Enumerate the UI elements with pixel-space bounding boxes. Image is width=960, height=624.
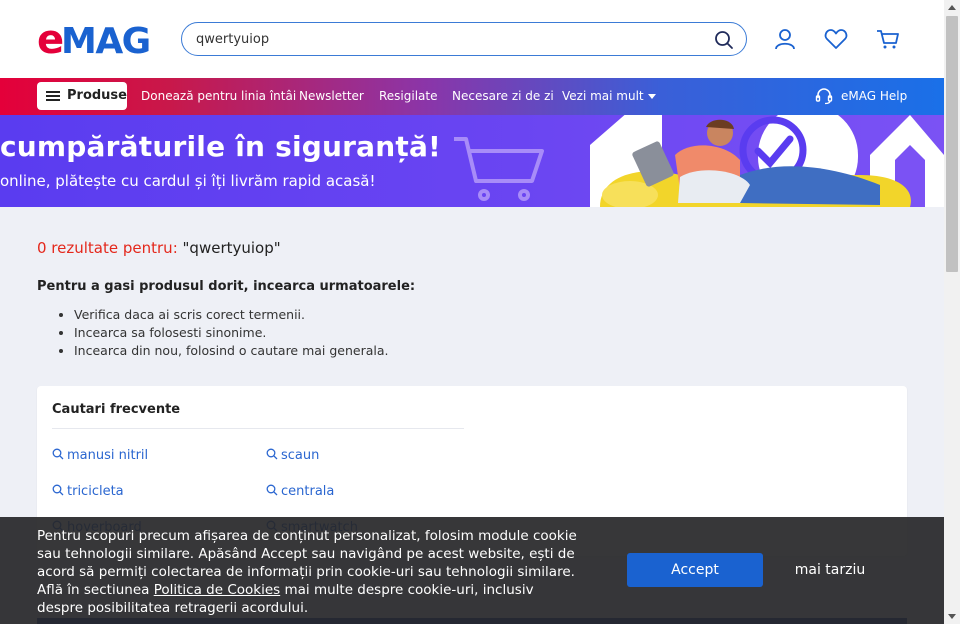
svg-text:MAG: MAG bbox=[61, 21, 150, 58]
nav-link-resigilate[interactable]: Resigilate bbox=[379, 89, 438, 103]
scroll-up-arrow-icon[interactable] bbox=[948, 5, 956, 10]
emag-logo[interactable]: e MAG bbox=[37, 20, 163, 58]
headset-icon bbox=[815, 88, 833, 105]
menu-icon bbox=[46, 91, 60, 101]
svg-text:e: e bbox=[37, 20, 63, 58]
search-input[interactable]: qwertyuiop bbox=[196, 32, 269, 47]
frequent-search-label: centrala bbox=[281, 484, 335, 499]
frequent-search-link[interactable]: centrala bbox=[266, 484, 334, 499]
accept-cookies-button[interactable]: Accept bbox=[627, 553, 763, 587]
results-summary: 0 rezultate pentru: "qwertyuiop" bbox=[37, 239, 281, 257]
nav-link-necesare[interactable]: Necesare zi de zi bbox=[452, 89, 554, 103]
cart-icon[interactable] bbox=[875, 26, 901, 52]
nav-link-doneaza[interactable]: Donează pentru linia întâi bbox=[141, 89, 296, 103]
scrollbar-thumb[interactable] bbox=[946, 16, 958, 272]
nav-link-vezi-mai-mult[interactable]: Vezi mai mult bbox=[562, 89, 656, 103]
frequent-search-link[interactable]: tricicleta bbox=[52, 484, 124, 499]
search-icon[interactable] bbox=[712, 28, 736, 52]
vertical-scrollbar[interactable] bbox=[944, 0, 960, 624]
tip-item: Incearca din nou, folosind o cautare mai… bbox=[74, 342, 389, 360]
banner-title: cumpărăturile în siguranță! bbox=[0, 130, 442, 163]
favorites-icon[interactable] bbox=[823, 26, 849, 52]
tip-item: Incearca sa folosesti sinonime. bbox=[74, 324, 389, 342]
divider bbox=[52, 428, 464, 429]
cookie-policy-link[interactable]: Politica de Cookies bbox=[154, 582, 280, 598]
search-bar[interactable]: qwertyuiop bbox=[181, 22, 747, 56]
frequent-searches-title: Cautari frecvente bbox=[52, 402, 181, 417]
tips-list: Verifica daca ai scris corect termenii. … bbox=[74, 306, 389, 360]
search-icon bbox=[52, 448, 64, 460]
search-icon bbox=[266, 484, 278, 496]
results-query: "qwertyuiop" bbox=[182, 239, 281, 257]
frequent-search-link[interactable]: manusi nitril bbox=[52, 448, 148, 463]
banner-illustration bbox=[454, 115, 944, 207]
nav-link-newsletter[interactable]: Newsletter bbox=[299, 89, 364, 103]
account-icon[interactable] bbox=[772, 26, 798, 52]
products-menu-button[interactable]: Produse bbox=[37, 82, 127, 110]
tip-item: Verifica daca ai scris corect termenii. bbox=[74, 306, 389, 324]
frequent-search-label: tricicleta bbox=[67, 484, 124, 499]
frequent-search-label: manusi nitril bbox=[67, 448, 149, 463]
promo-banner[interactable]: cumpărăturile în siguranță! online, plăt… bbox=[0, 115, 944, 207]
banner-subtitle: online, plătește cu cardul și îți livrăm… bbox=[0, 172, 376, 190]
chevron-down-icon bbox=[647, 94, 656, 99]
search-icon bbox=[52, 484, 64, 496]
search-icon bbox=[266, 448, 278, 460]
nav-link-emag-help[interactable]: eMAG Help bbox=[841, 89, 907, 103]
category-nav: Produse Donează pentru linia întâi Newsl… bbox=[0, 78, 944, 115]
tips-title: Pentru a gasi produsul dorit, incearca u… bbox=[37, 279, 416, 294]
frequent-search-label: scaun bbox=[281, 448, 320, 463]
later-button[interactable]: mai tarziu bbox=[775, 553, 885, 587]
products-menu-label: Produse bbox=[67, 88, 127, 103]
nav-link-vezi-mai-mult-label: Vezi mai mult bbox=[562, 89, 644, 103]
results-count: 0 rezultate pentru: bbox=[37, 239, 178, 257]
frequent-search-link[interactable]: scaun bbox=[266, 448, 319, 463]
header: e MAG qwertyuiop bbox=[0, 0, 944, 78]
cookie-consent-banner: Pentru scopuri precum afișarea de conțin… bbox=[0, 517, 944, 624]
cookie-consent-text: Pentru scopuri precum afișarea de conțin… bbox=[37, 527, 577, 617]
scroll-down-arrow-icon[interactable] bbox=[948, 614, 956, 619]
